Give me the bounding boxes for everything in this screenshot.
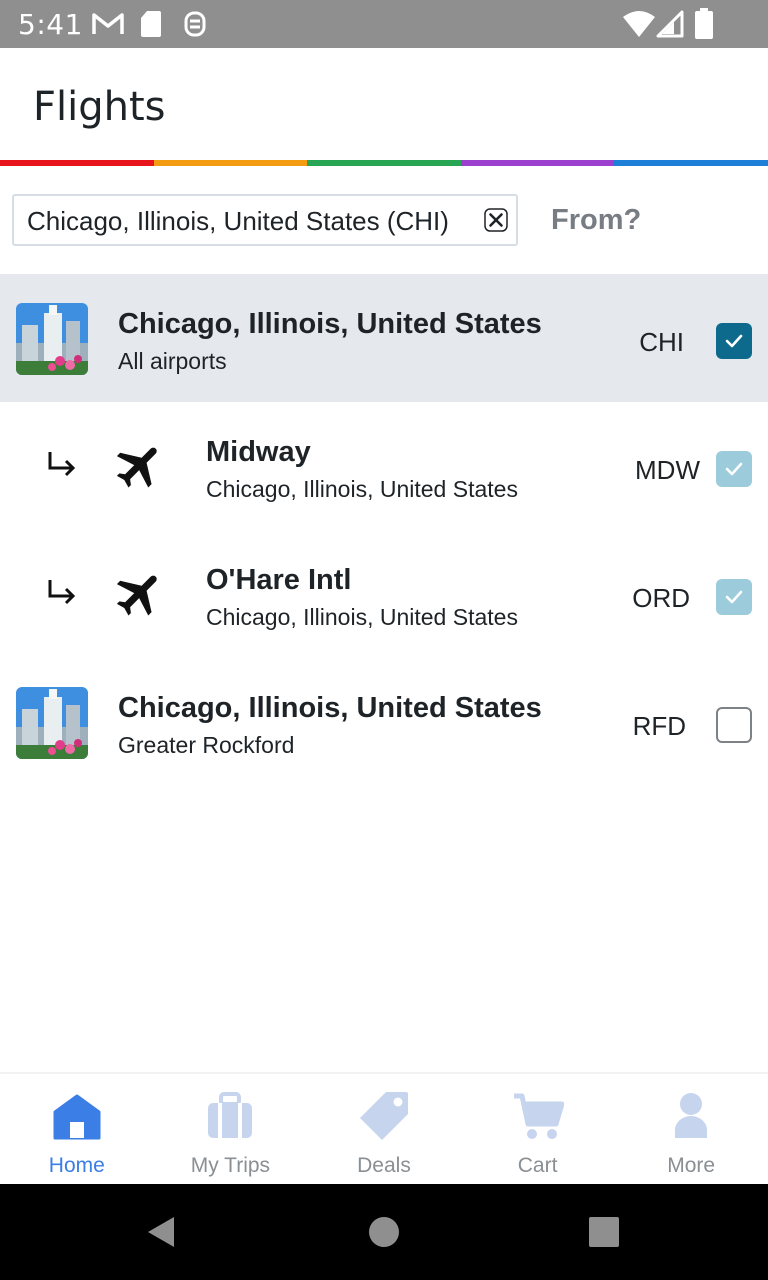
airplane-icon bbox=[116, 575, 157, 616]
sync-icon bbox=[184, 11, 206, 37]
result-list: Chicago, Illinois, United States All air… bbox=[0, 274, 768, 786]
from-input[interactable]: From? bbox=[551, 204, 641, 237]
nav-label: My Trips bbox=[190, 1154, 271, 1177]
nav-label: Cart bbox=[517, 1154, 558, 1177]
nav-home[interactable]: Home bbox=[0, 1074, 154, 1184]
check-icon bbox=[725, 590, 743, 604]
list-item[interactable]: Chicago, Illinois, United States Greater… bbox=[0, 658, 768, 786]
back-icon[interactable] bbox=[146, 1216, 176, 1248]
cart-icon bbox=[513, 1093, 564, 1139]
airport-code: MDW bbox=[635, 455, 700, 485]
nav-label: Deals bbox=[357, 1154, 411, 1177]
sub-item-arrow-icon bbox=[48, 452, 76, 477]
nav-label: More bbox=[667, 1154, 716, 1177]
suitcase-icon bbox=[208, 1092, 253, 1138]
airplane-icon bbox=[116, 447, 157, 488]
sd-card-icon bbox=[141, 11, 161, 37]
gmail-icon bbox=[92, 13, 124, 34]
tag-icon bbox=[359, 1092, 408, 1140]
search-row: Chicago, Illinois, United States (CHI) F… bbox=[0, 166, 768, 274]
app-header: Flights bbox=[0, 48, 768, 160]
clear-chip-icon[interactable] bbox=[484, 208, 508, 232]
airport-code: CHI bbox=[639, 327, 684, 357]
cell-signal-icon bbox=[656, 10, 684, 38]
nav-cart[interactable]: Cart bbox=[461, 1074, 615, 1184]
home-circle-icon[interactable] bbox=[368, 1216, 400, 1248]
result-title: Chicago, Illinois, United States bbox=[118, 308, 542, 340]
nav-deals[interactable]: Deals bbox=[307, 1074, 461, 1184]
result-subtitle: Greater Rockford bbox=[118, 732, 295, 758]
list-item[interactable]: O'Hare Intl Chicago, Illinois, United St… bbox=[0, 530, 768, 658]
select-checkbox[interactable] bbox=[716, 707, 752, 743]
city-photo bbox=[16, 303, 88, 375]
person-icon bbox=[675, 1093, 708, 1138]
battery-icon bbox=[695, 8, 713, 39]
result-subtitle: Chicago, Illinois, United States bbox=[206, 476, 518, 502]
nav-my-trips[interactable]: My Trips bbox=[154, 1074, 308, 1184]
origin-chip-text: Chicago, Illinois, United States (CHI) bbox=[27, 206, 449, 236]
select-checkbox[interactable] bbox=[716, 579, 752, 615]
result-title: O'Hare Intl bbox=[206, 564, 352, 596]
check-icon bbox=[725, 462, 743, 476]
result-title: Midway bbox=[206, 436, 311, 468]
sub-item-arrow-icon bbox=[48, 580, 76, 605]
list-item[interactable]: Midway Chicago, Illinois, United States … bbox=[0, 402, 768, 530]
origin-chip[interactable]: Chicago, Illinois, United States (CHI) bbox=[12, 194, 518, 246]
result-title: Chicago, Illinois, United States bbox=[118, 692, 542, 724]
list-item[interactable]: Chicago, Illinois, United States All air… bbox=[0, 274, 768, 402]
nav-more[interactable]: More bbox=[614, 1074, 768, 1184]
select-checkbox[interactable] bbox=[716, 323, 752, 359]
check-icon bbox=[725, 334, 743, 348]
recents-icon[interactable] bbox=[589, 1217, 619, 1247]
result-subtitle: Chicago, Illinois, United States bbox=[206, 604, 518, 630]
wifi-icon bbox=[623, 11, 655, 37]
android-nav-bar bbox=[0, 1184, 768, 1280]
airport-code: ORD bbox=[632, 583, 690, 613]
nav-label: Home bbox=[48, 1154, 105, 1177]
page-title: Flights bbox=[33, 84, 166, 130]
status-time: 5:41 bbox=[18, 8, 83, 41]
home-icon bbox=[53, 1094, 101, 1140]
result-subtitle: All airports bbox=[118, 348, 227, 374]
airport-code: RFD bbox=[632, 711, 686, 741]
city-photo bbox=[16, 687, 88, 759]
select-checkbox[interactable] bbox=[716, 451, 752, 487]
status-bar: 5:41 bbox=[0, 0, 768, 48]
bottom-nav: Home My Trips Deals Cart More bbox=[0, 1072, 768, 1184]
